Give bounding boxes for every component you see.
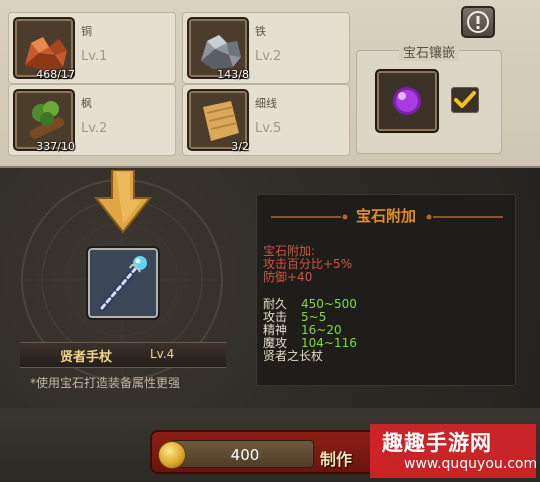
item-name: 贤者手杖	[60, 350, 113, 365]
material-slot-iron[interactable]: 143/8 铁 Lv.2	[182, 12, 350, 84]
sage-staff-icon	[99, 256, 147, 311]
watermark-url: www.ququyou.com	[404, 456, 538, 472]
material-count: 337/10	[36, 140, 75, 153]
gold-coin-icon	[158, 441, 186, 469]
material-level: Lv.2	[255, 49, 282, 64]
crafted-item-slot[interactable]	[86, 246, 160, 320]
gem-hint-text: *使用宝石打造装备属性更强	[30, 376, 181, 390]
info-button[interactable]	[461, 6, 495, 38]
bonus-line: 防御+40	[263, 270, 313, 284]
material-slot-copper[interactable]: 468/17 铜 Lv.1	[8, 12, 176, 84]
material-level: Lv.1	[81, 49, 108, 64]
material-level: Lv.5	[255, 121, 282, 136]
gem-bonus-title: 宝石附加	[355, 207, 416, 225]
material-count: 143/8	[217, 68, 249, 81]
item-level: Lv.4	[150, 347, 175, 361]
gem-socket-panel: 宝石镶嵌	[356, 46, 502, 154]
material-count: 3/2	[231, 140, 249, 153]
material-name: 铁	[255, 25, 266, 38]
item-name-banner	[20, 342, 226, 368]
material-name: 铜	[81, 25, 92, 38]
craft-price: 400	[230, 446, 260, 464]
gem-slot[interactable]	[375, 69, 439, 133]
gem-bonus-panel: 宝石附加 宝石附加: 攻击百分比+5% 防御+40 耐久 450~500 攻击 …	[256, 194, 516, 386]
material-slot-maple[interactable]: 337/10 枫 Lv.2	[8, 84, 176, 156]
craft-button-label[interactable]: 制作	[320, 446, 352, 470]
gem-use-checkbox[interactable]	[451, 87, 479, 113]
material-name: 枫	[81, 97, 92, 110]
gem-socket-title: 宝石镶嵌	[398, 46, 459, 61]
watermark-text: 趣趣手游网	[382, 431, 492, 455]
material-level: Lv.2	[81, 121, 108, 136]
item-description: 贤者之长杖	[263, 349, 324, 363]
checkmark-icon	[454, 91, 476, 108]
exclamation-icon	[467, 11, 489, 33]
material-count: 468/17	[36, 68, 75, 81]
arrow-down-icon	[93, 170, 153, 234]
purple-gem-icon	[393, 87, 421, 115]
material-name: 细线	[255, 97, 277, 110]
material-slot-thread[interactable]: 3/2 细线 Lv.5	[182, 84, 350, 156]
